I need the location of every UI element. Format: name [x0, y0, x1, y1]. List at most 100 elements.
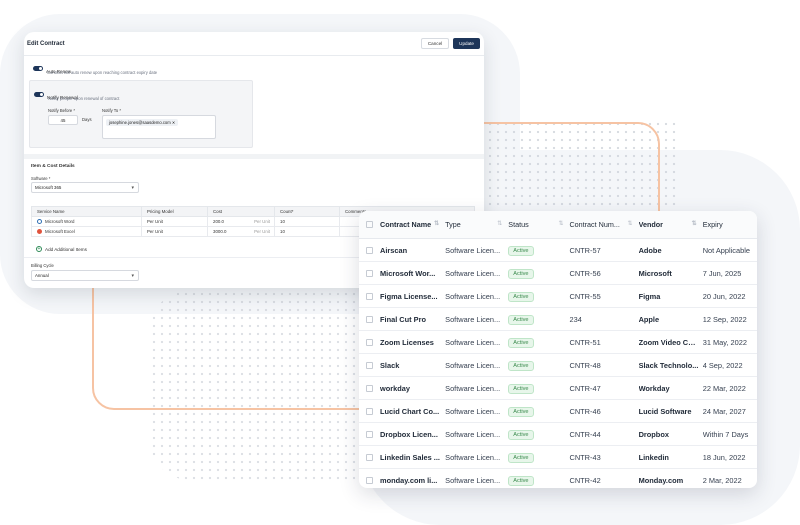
contract-number-cell: CNTR-44 — [569, 429, 601, 439]
count-cell[interactable]: 10 — [274, 226, 340, 237]
pricing-cell[interactable]: Per Unit — [141, 216, 208, 227]
row-checkbox[interactable] — [366, 476, 373, 484]
cost-unit: Per Unit — [254, 219, 270, 224]
add-items-label: Add Additional Items — [45, 246, 87, 252]
row-checkbox[interactable] — [366, 338, 373, 346]
status-cell: Active — [508, 337, 569, 348]
contract-name-cell[interactable]: Microsoft Wor... — [380, 269, 445, 278]
auto-renew-row: Auto Renew — [33, 60, 71, 78]
status-cell: Active — [508, 314, 569, 325]
item-cost-section-title: Item & Cost Details — [31, 164, 75, 169]
row-checkbox[interactable] — [366, 384, 373, 392]
vendor-cell: Zoom Video Co... — [638, 337, 699, 347]
vendor-cell: Apple — [638, 314, 660, 324]
type-cell: Software Licen... — [445, 475, 501, 485]
contract-name-cell[interactable]: Linkedin Sales ... — [380, 453, 445, 462]
service-name-cell: Microsoft Excel — [31, 226, 142, 237]
plus-icon: + — [36, 246, 42, 252]
expiry-cell: 18 Jun, 2022 — [702, 452, 746, 462]
table-row[interactable]: workday Software Licen... Active CNTR-47 Wor… — [359, 377, 757, 400]
cost-cell[interactable]: 200.0 Per Unit — [207, 216, 275, 227]
contract-name-cell[interactable]: Airscan — [380, 246, 445, 255]
type-cell: Software Licen... — [445, 245, 501, 255]
notify-before-input[interactable]: 45 — [48, 115, 78, 125]
status-badge: Active — [508, 314, 534, 325]
table-row[interactable]: monday.com li... Software Licen... Active C… — [359, 469, 757, 488]
pricing-cell[interactable]: Per Unit — [141, 226, 208, 237]
contract-name-cell[interactable]: workday — [380, 384, 445, 393]
update-button[interactable]: Update — [453, 38, 480, 49]
column-header-status[interactable]: Status ⇅ — [508, 220, 569, 229]
service-name: Microsoft Excel — [45, 228, 75, 234]
contract-name-cell[interactable]: Dropbox Licen... — [380, 430, 445, 439]
status-cell: Active — [508, 452, 569, 463]
contract-name-cell[interactable]: Figma License... — [380, 292, 445, 301]
table-header-row: Contract Name ⇅ Type ⇅ Status ⇅ Contract Nu… — [359, 211, 757, 239]
add-items-button[interactable]: + Add Additional Items — [36, 246, 87, 252]
contract-name-cell[interactable]: Final Cut Pro — [380, 315, 445, 324]
contract-number-cell: CNTR-57 — [569, 245, 601, 255]
row-checkbox[interactable] — [366, 246, 373, 254]
sort-icon: ⇅ — [434, 221, 440, 227]
chevron-down-icon: ▾ — [131, 272, 134, 279]
vendor-cell: Linkedin — [638, 452, 669, 462]
auto-renew-toggle[interactable] — [33, 66, 43, 72]
vendor-cell: Lucid Software — [638, 406, 692, 416]
page-title: Edit Contract — [27, 40, 65, 47]
row-checkbox[interactable] — [366, 269, 373, 277]
chevron-down-icon: ▾ — [131, 184, 134, 191]
column-header-expiry[interactable]: Expiry — [703, 220, 757, 229]
column-header-label: Contract Name — [380, 220, 432, 229]
sort-icon: ⇅ — [691, 221, 697, 227]
expiry-cell: 20 Jun, 2022 — [702, 291, 746, 301]
cost-cell[interactable]: 3000.0 Per Unit — [207, 226, 275, 237]
service-name: Microsoft Word — [45, 218, 75, 224]
table-row[interactable]: Zoom Licenses Software Licen... Active CNTR… — [359, 331, 757, 354]
row-checkbox[interactable] — [366, 407, 373, 415]
table-row[interactable]: Slack Software Licen... Active CNTR-48 Slack… — [359, 354, 757, 377]
contract-name-cell[interactable]: Slack — [380, 361, 445, 370]
notify-renewal-toggle[interactable] — [34, 92, 44, 98]
column-header: Pricing Model — [141, 206, 208, 217]
table-row[interactable]: Linkedin Sales ... Software Licen... Activ… — [359, 446, 757, 469]
cost-value: 200.0 — [213, 219, 224, 224]
billing-cycle-select[interactable]: Annual ▾ — [31, 270, 139, 281]
type-cell: Software Licen... — [445, 429, 501, 439]
remove-chip-icon[interactable]: ✕ — [172, 120, 176, 125]
contract-name-cell[interactable]: Lucid Chart Co... — [380, 407, 445, 416]
table-row[interactable]: Figma License... Software Licen... Active C… — [359, 285, 757, 308]
contract-name-cell[interactable]: Zoom Licenses — [380, 338, 445, 347]
table-row[interactable]: Airscan Software Licen... Active CNTR-57 Ado… — [359, 239, 757, 262]
table-row[interactable]: Final Cut Pro Software Licen... Active 234 A… — [359, 308, 757, 331]
count-cell[interactable]: 10 — [274, 216, 340, 227]
contract-name-cell[interactable]: monday.com li... — [380, 476, 445, 485]
column-header-type[interactable]: Type ⇅ — [445, 220, 508, 229]
status-cell: Active — [508, 268, 569, 279]
contract-number-cell: 234 — [569, 314, 582, 324]
vendor-cell: Figma — [638, 291, 661, 301]
cancel-button[interactable]: Cancel — [420, 38, 450, 49]
select-all-checkbox[interactable] — [366, 221, 373, 228]
section-divider — [24, 154, 484, 159]
sort-icon: ⇅ — [558, 221, 564, 227]
scene: Edit Contract Cancel Update Auto Renew C… — [0, 0, 800, 525]
column-header-vendor[interactable]: Vendor ⇅ — [639, 220, 703, 229]
row-checkbox[interactable] — [366, 453, 373, 461]
table-row[interactable]: Dropbox Licen... Software Licen... Active C… — [359, 423, 757, 446]
row-checkbox[interactable] — [366, 361, 373, 369]
notify-to-input[interactable]: josephine.jones@saasdemo.com ✕ — [102, 115, 216, 139]
contract-number-cell: CNTR-46 — [569, 406, 601, 416]
word-icon — [37, 219, 42, 225]
status-cell: Active — [508, 360, 569, 371]
excel-icon — [37, 229, 42, 235]
row-checkbox[interactable] — [366, 430, 373, 438]
software-select[interactable]: Microsoft 365 ▾ — [31, 182, 139, 193]
sort-icon: ⇅ — [497, 221, 503, 227]
table-row[interactable]: Lucid Chart Co... Software Licen... Active… — [359, 400, 757, 423]
column-header-contract-name[interactable]: Contract Name ⇅ — [380, 220, 445, 229]
row-checkbox[interactable] — [366, 315, 373, 323]
row-checkbox[interactable] — [366, 292, 373, 300]
contract-number-cell: CNTR-48 — [569, 360, 601, 370]
table-row[interactable]: Microsoft Wor... Software Licen... Active C… — [359, 262, 757, 285]
column-header-contract-number[interactable]: Contract Num... ⇅ — [569, 220, 638, 229]
